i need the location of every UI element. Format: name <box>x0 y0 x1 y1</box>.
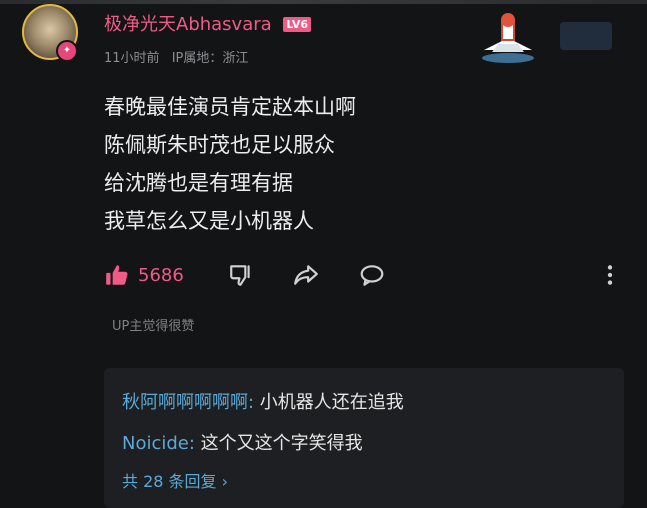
reply-author[interactable]: Noicide: <box>122 433 195 454</box>
comment-icon <box>360 265 384 286</box>
view-more-replies-link[interactable]: 共 28 条回复 › <box>122 468 228 492</box>
reply-text: 小机器人还在追我 <box>254 392 404 413</box>
reply-text: 这个又这个字笑得我 <box>194 433 363 454</box>
dislike-button[interactable] <box>228 258 254 292</box>
decoration-badge-icon <box>482 13 534 63</box>
reply-button[interactable] <box>358 258 386 292</box>
action-bar: 5686 <box>104 258 624 292</box>
comment-line: 陈佩斯朱时茂也足以服众 <box>104 133 335 157</box>
reply-preview-box[interactable]: 秋阿啊啊啊啊啊: 小机器人还在追我 Noicide: 这个又这个字笑得我 共 2… <box>104 368 624 508</box>
comment-line: 春晚最佳演员肯定赵本山啊 <box>104 95 356 119</box>
comment-content: 春晚最佳演员肯定赵本山啊 陈佩斯朱时茂也足以服众 给沈腾也是有理有据 我草怎么又… <box>104 88 356 240</box>
thumbs-up-icon <box>106 265 128 285</box>
share-button[interactable] <box>292 258 320 292</box>
comment-line: 给沈腾也是有理有据 <box>104 171 293 195</box>
username-text[interactable]: 极净光天Abhasvara <box>104 14 272 35</box>
avatar-badge-icon: ✦ <box>56 40 78 62</box>
more-options-button[interactable] <box>602 258 618 292</box>
like-count: 5686 <box>138 264 184 286</box>
share-icon <box>294 265 318 285</box>
ip-location: IP属地：浙江 <box>171 51 249 66</box>
reply-item[interactable]: 秋阿啊啊啊啊啊: 小机器人还在追我 <box>122 388 404 414</box>
reply-author[interactable]: 秋阿啊啊啊啊啊: <box>122 392 254 413</box>
up-liked-label: UP主觉得很赞 <box>112 319 195 334</box>
comment-meta: 11小时前 IP属地：浙江 <box>104 47 256 66</box>
reply-item[interactable]: Noicide: 这个又这个字笑得我 <box>122 429 363 455</box>
level-badge: LV6 <box>283 17 312 32</box>
comment-time: 11小时前 <box>104 51 160 66</box>
comment-line: 我草怎么又是小机器人 <box>104 209 314 233</box>
like-button[interactable]: 5686 <box>104 258 184 292</box>
thumbs-down-icon <box>230 265 250 286</box>
top-divider <box>0 0 647 4</box>
comment-username[interactable]: 极净光天Abhasvara LV6 <box>104 10 312 36</box>
more-vertical-icon <box>607 265 613 285</box>
decoration-ghost-icon <box>560 22 612 50</box>
